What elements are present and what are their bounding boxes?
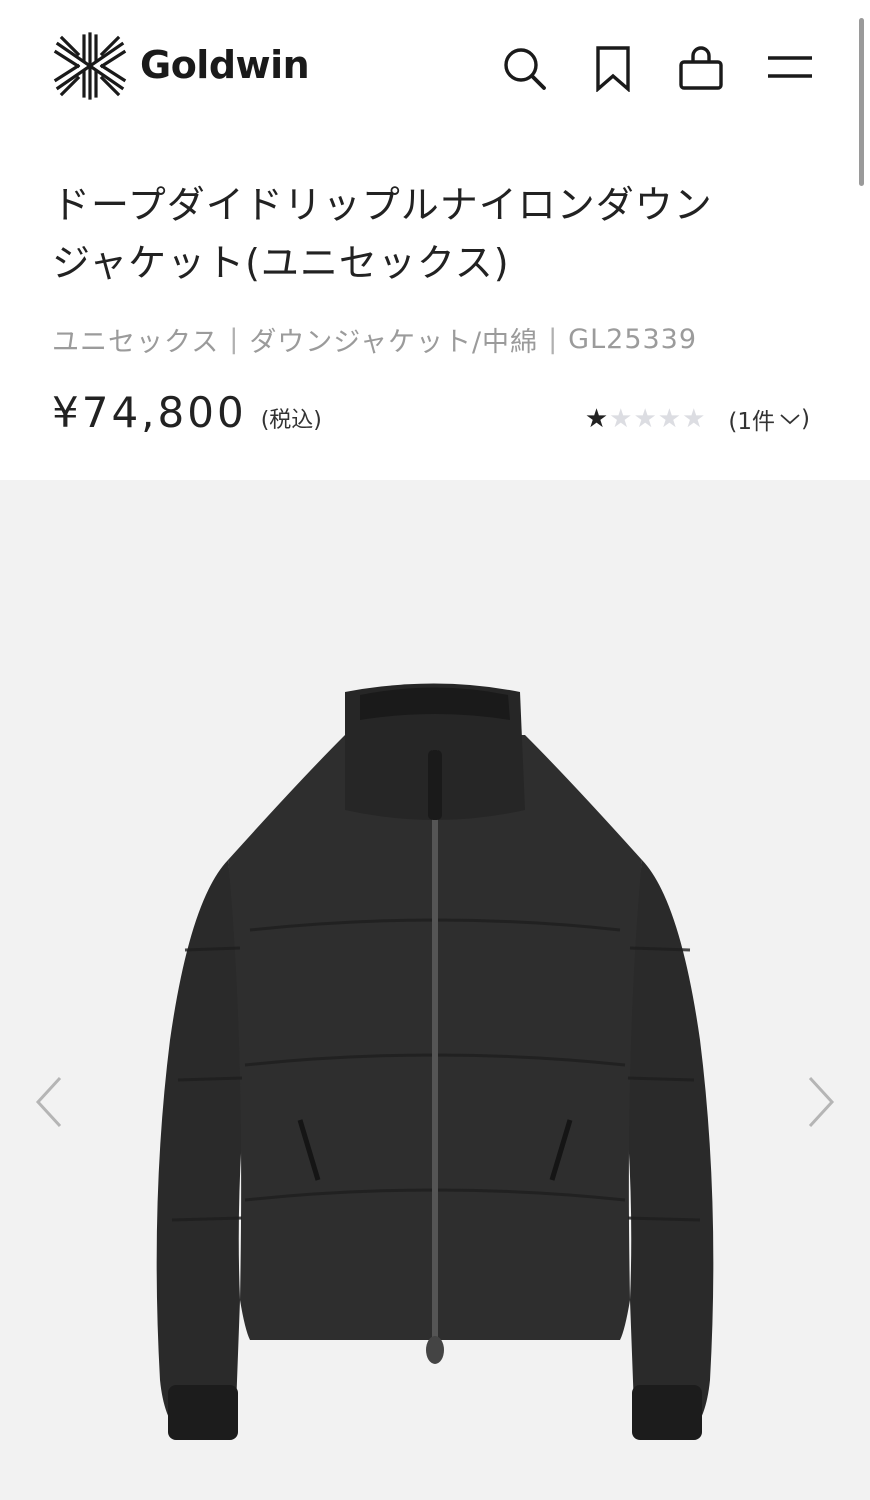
star-empty-icon: ★ xyxy=(633,404,658,434)
brand-logo[interactable]: Goldwin xyxy=(52,30,310,102)
star-filled-icon: ★ xyxy=(584,404,610,434)
chevron-left-icon xyxy=(35,1076,62,1128)
breadcrumb-separator: | xyxy=(229,324,240,355)
product-title-line2: ジャケット(ユニセックス) xyxy=(52,241,510,285)
menu-icon xyxy=(768,56,812,78)
price-row: ¥74,800 (税込) xyxy=(52,388,322,437)
chevron-right-icon xyxy=(808,1076,835,1128)
product-title: ドープダイドリップルナイロンダウン ジャケット(ユニセックス) xyxy=(52,176,822,292)
chevron-down-icon xyxy=(780,414,800,425)
tax-note: (税込) xyxy=(260,408,322,433)
star-empty-icon: ★ xyxy=(682,404,707,434)
gallery-prev-button[interactable] xyxy=(28,1072,68,1132)
breadcrumb-separator: | xyxy=(548,324,559,355)
product-code: GL25339 xyxy=(568,324,698,355)
product-image xyxy=(156,683,714,1440)
product-image-gallery[interactable] xyxy=(0,480,870,1500)
review-count-close: ) xyxy=(801,406,810,432)
star-empty-icon: ★ xyxy=(609,404,634,434)
bookmark-button[interactable] xyxy=(589,44,637,92)
page-scrollbar[interactable] xyxy=(859,18,864,186)
rating-summary[interactable]: ★★★★★ (1件 ) xyxy=(585,402,810,436)
review-count: (1件 xyxy=(728,409,776,435)
gallery-next-button[interactable] xyxy=(802,1072,842,1132)
star-rating: ★★★★★ xyxy=(585,404,707,434)
breadcrumb-category[interactable]: ダウンジャケット/中綿 xyxy=(249,320,538,359)
breadcrumb-gender[interactable]: ユニセックス xyxy=(52,320,219,359)
site-header: Goldwin xyxy=(0,0,870,140)
bookmark-icon xyxy=(596,46,630,92)
product-price: ¥74,800 xyxy=(52,388,247,437)
menu-button[interactable] xyxy=(766,44,814,92)
product-category-breadcrumb: ユニセックス | ダウンジャケット/中綿 | GL25339 xyxy=(52,320,697,359)
cart-button[interactable] xyxy=(677,44,725,92)
shopping-bag-icon xyxy=(679,46,723,90)
goldwin-logo-icon xyxy=(53,32,127,100)
search-button[interactable] xyxy=(500,44,548,92)
brand-name: Goldwin xyxy=(140,43,310,87)
search-icon xyxy=(504,48,546,90)
star-empty-icon: ★ xyxy=(657,404,683,434)
review-count-toggle[interactable]: (1件 ) xyxy=(728,402,810,436)
product-title-line1: ドープダイドリップルナイロンダウン xyxy=(52,183,713,227)
